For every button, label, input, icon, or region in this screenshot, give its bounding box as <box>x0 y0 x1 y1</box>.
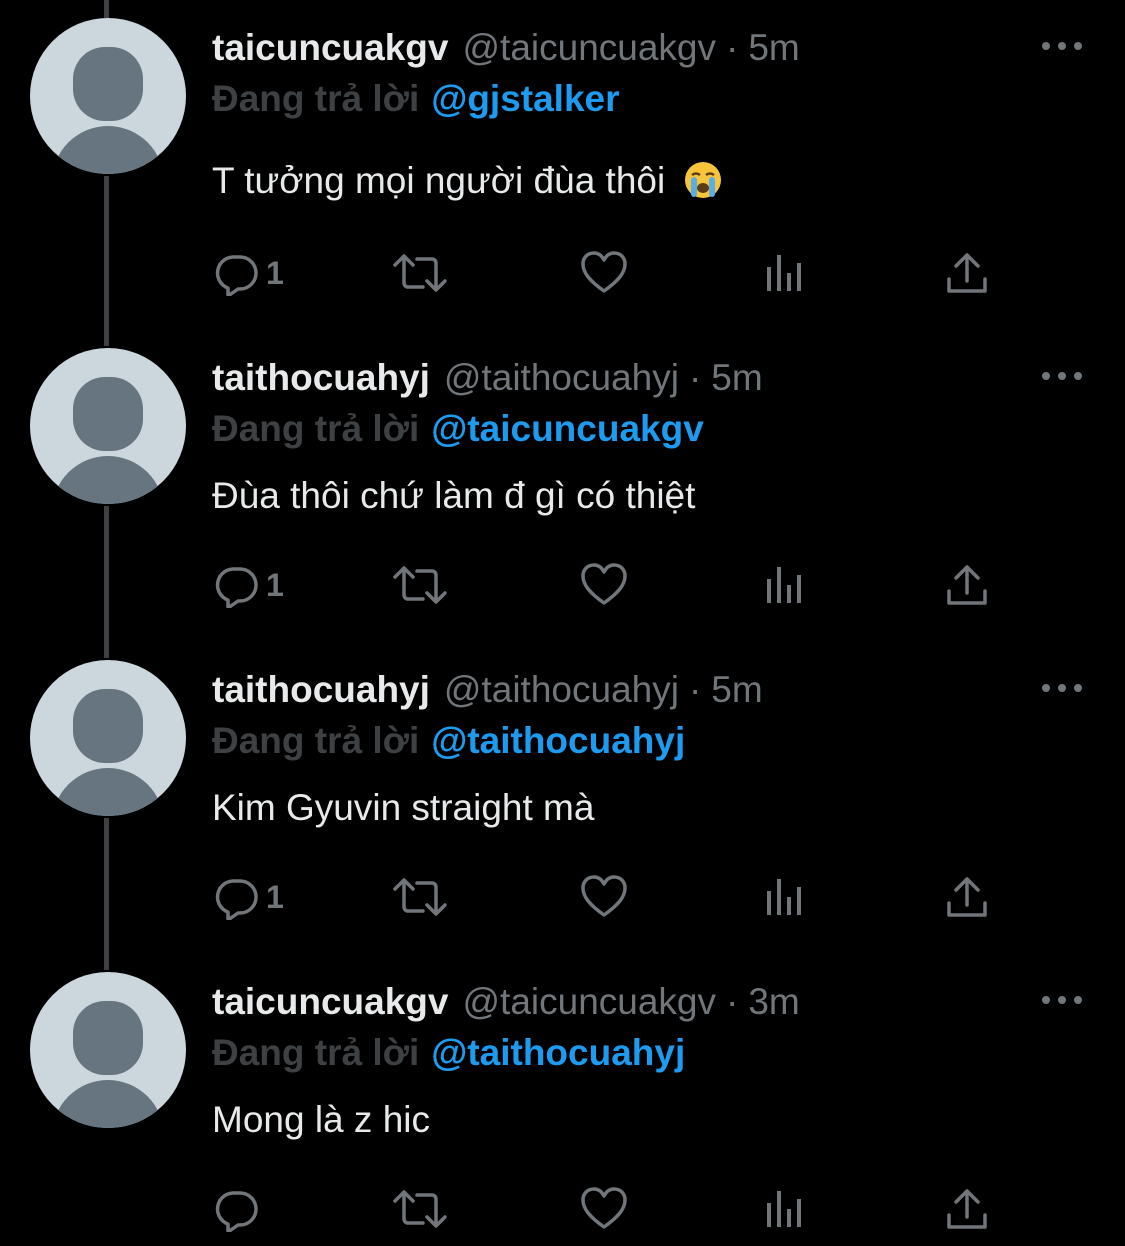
retweet-button[interactable] <box>393 1184 447 1234</box>
user-handle[interactable]: @taicuncuakgv <box>462 24 716 72</box>
like-button[interactable] <box>580 872 628 922</box>
avatar[interactable] <box>30 348 186 504</box>
views-icon <box>767 1191 801 1227</box>
like-icon <box>581 875 627 917</box>
like-button[interactable] <box>580 560 628 610</box>
reply-icon <box>215 1191 258 1232</box>
like-icon <box>581 563 627 605</box>
replying-to: Đang trả lời @taicuncuakgv <box>212 405 704 453</box>
views-icon <box>767 567 801 603</box>
separator: · <box>726 981 739 1022</box>
replying-to: Đang trả lời @gjstalker <box>212 75 620 123</box>
like-button[interactable] <box>580 248 628 298</box>
reply-button[interactable] <box>214 1184 266 1234</box>
retweet-button[interactable] <box>393 560 447 610</box>
like-icon <box>581 1187 627 1229</box>
views-button[interactable] <box>765 560 805 610</box>
user-handle[interactable]: @taithocuahyj <box>444 354 679 402</box>
tweet-header: taithocuahyj @taithocuahyj · 5m <box>212 354 763 402</box>
tweet-text: T tưởng mọi người đùa thôi <box>212 157 722 205</box>
action-bar: 1 <box>0 872 1125 922</box>
replying-to: Đang trả lời @taithocuahyj <box>212 1029 685 1077</box>
more-icon[interactable] <box>1040 678 1084 698</box>
reply-button[interactable]: 1 <box>214 872 284 922</box>
share-icon <box>947 253 987 293</box>
share-button[interactable] <box>945 1184 989 1234</box>
display-name[interactable]: taicuncuakgv <box>212 978 448 1026</box>
more-icon[interactable] <box>1040 366 1084 386</box>
action-bar <box>0 1184 1125 1234</box>
tweet-header: taithocuahyj @taithocuahyj · 5m <box>212 666 763 714</box>
separator: · <box>726 27 739 68</box>
loudly-crying-face-icon <box>684 162 721 198</box>
tweet-text: Mong là z hic <box>212 1099 430 1140</box>
separator: · <box>688 357 702 398</box>
display-name[interactable]: taithocuahyj <box>212 354 430 402</box>
reply-button[interactable]: 1 <box>214 248 284 298</box>
display-name[interactable]: taithocuahyj <box>212 666 430 714</box>
reply-count: 1 <box>266 879 284 915</box>
retweet-button[interactable] <box>393 248 447 298</box>
views-button[interactable] <box>765 872 805 922</box>
share-button[interactable] <box>945 248 989 298</box>
more-icon[interactable] <box>1040 36 1084 56</box>
mention-link[interactable]: @taithocuahyj <box>431 720 685 761</box>
timestamp[interactable]: 3m <box>748 978 799 1026</box>
reply-button[interactable]: 1 <box>214 560 284 610</box>
views-button[interactable] <box>765 1184 805 1234</box>
like-button[interactable] <box>580 1184 628 1234</box>
replying-label: Đang trả lời <box>212 1032 420 1073</box>
like-icon <box>581 251 627 293</box>
reply-count: 1 <box>266 255 284 291</box>
more-icon[interactable] <box>1040 990 1084 1010</box>
retweet-icon <box>393 1190 447 1228</box>
replying-label: Đang trả lời <box>212 78 420 119</box>
reply-count: 1 <box>266 567 284 603</box>
share-icon <box>947 877 987 917</box>
mention-link[interactable]: @taicuncuakgv <box>431 408 704 449</box>
replying-label: Đang trả lời <box>212 720 420 761</box>
reply-icon <box>215 255 258 296</box>
share-button[interactable] <box>945 560 989 610</box>
replying-to: Đang trả lời @taithocuahyj <box>212 717 685 765</box>
avatar[interactable] <box>30 18 186 174</box>
action-bar: 1 <box>0 560 1125 610</box>
timestamp[interactable]: 5m <box>711 354 762 402</box>
timestamp[interactable]: 5m <box>748 24 799 72</box>
tweet-text: Đùa thôi chứ làm đ gì có thiệt <box>212 475 696 516</box>
timestamp[interactable]: 5m <box>711 666 762 714</box>
tweet[interactable]: taithocuahyj @taithocuahyj · 5m Đang trả… <box>0 348 1125 660</box>
tweet-header: taicuncuakgv @taicuncuakgv · 3m <box>212 978 800 1026</box>
avatar[interactable] <box>30 660 186 816</box>
views-icon <box>767 255 801 291</box>
separator: · <box>688 669 702 710</box>
action-bar: 1 <box>0 248 1125 298</box>
retweet-icon <box>393 878 447 916</box>
retweet-button[interactable] <box>393 872 447 922</box>
tweet[interactable]: taicuncuakgv @taicuncuakgv · 3m Đang trả… <box>0 972 1125 1246</box>
tweet-text-body: T tưởng mọi người đùa thôi <box>212 160 666 201</box>
reply-icon <box>215 879 258 920</box>
thread-line <box>104 0 109 18</box>
replying-label: Đang trả lời <box>212 408 420 449</box>
mention-link[interactable]: @gjstalker <box>431 78 619 119</box>
tweet-text: Kim Gyuvin straight mà <box>212 787 595 828</box>
views-icon <box>767 879 801 915</box>
display-name[interactable]: taicuncuakgv <box>212 24 448 72</box>
tweet-header: taicuncuakgv @taicuncuakgv · 5m <box>212 24 800 72</box>
reply-icon <box>215 567 258 608</box>
share-button[interactable] <box>945 872 989 922</box>
user-handle[interactable]: @taicuncuakgv <box>462 978 716 1026</box>
tweet[interactable]: taicuncuakgv @taicuncuakgv · 5m Đang trả… <box>0 18 1125 348</box>
views-button[interactable] <box>765 248 805 298</box>
retweet-icon <box>393 566 447 604</box>
mention-link[interactable]: @taithocuahyj <box>431 1032 685 1073</box>
retweet-icon <box>393 254 447 292</box>
share-icon <box>947 565 987 605</box>
share-icon <box>947 1189 987 1229</box>
tweet[interactable]: taithocuahyj @taithocuahyj · 5m Đang trả… <box>0 660 1125 972</box>
avatar[interactable] <box>30 972 186 1128</box>
user-handle[interactable]: @taithocuahyj <box>444 666 679 714</box>
